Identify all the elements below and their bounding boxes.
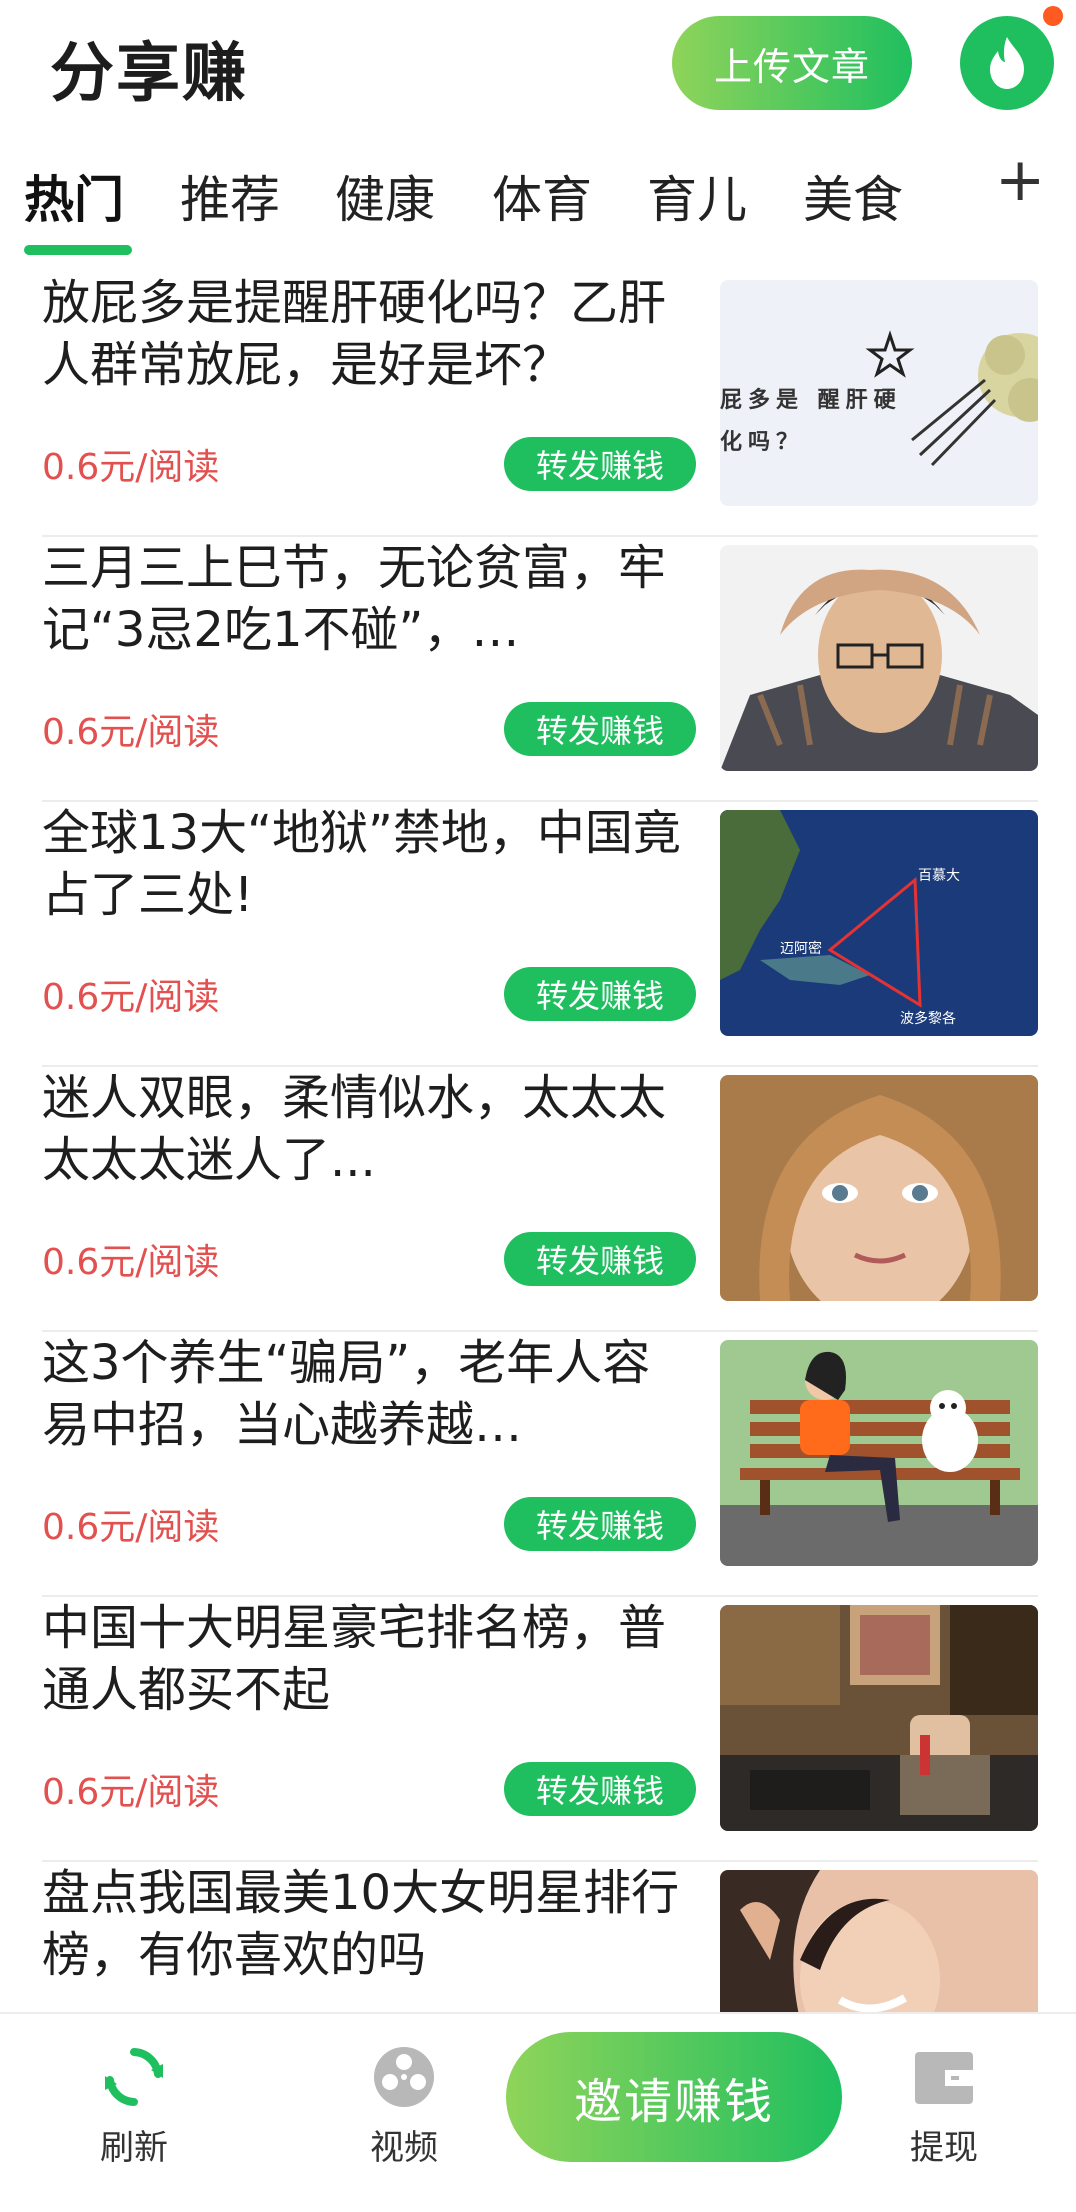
article-thumbnail[interactable]: 屁多是 醒肝硬化吗？ [720,280,1038,506]
article-title[interactable]: 全球13大“地狱”禁地，中国竟占了三处! [42,802,692,926]
article-title[interactable]: 放屁多是提醒肝硬化吗？乙肝人群常放屁，是好是坏？ [42,272,692,396]
tab-food[interactable]: 美食 [803,160,903,232]
list-item[interactable]: 中国十大明星豪宅排名榜，普通人都买不起 0.6元/阅读 转发赚钱 [42,1597,1038,1862]
tab-recommend[interactable]: 推荐 [180,160,280,232]
plus-icon[interactable]: + [995,150,1045,210]
map-label-miami: 迈阿密 [780,940,822,957]
article-title[interactable]: 这3个养生“骗局”，老年人容易中招，当心越养越… [42,1332,692,1456]
share-earn-button[interactable]: 转发赚钱 [504,1232,696,1286]
article-thumbnail[interactable] [720,1605,1038,1831]
flame-icon [990,37,1024,89]
article-thumbnail[interactable]: 百慕大 迈阿密 波多黎各 [720,810,1038,1036]
category-tabs: 热门 推荐 健康 体育 育儿 美食 [0,150,1076,260]
price-label: 0.6元/阅读 [42,712,220,753]
price-label: 0.6元/阅读 [42,1772,220,1813]
tab-hot[interactable]: 热门 [24,160,124,232]
list-item[interactable]: 迷人双眼，柔情似水，太太太太太太迷人了... 0.6元/阅读 转发赚钱 [42,1067,1038,1332]
share-earn-button[interactable]: 转发赚钱 [504,437,696,491]
article-thumbnail[interactable] [720,1340,1038,1566]
notification-dot [1043,6,1063,26]
hot-button[interactable] [960,16,1054,110]
share-earn-button[interactable]: 转发赚钱 [504,967,696,1021]
nav-refresh[interactable]: 刷新 [64,2044,204,2169]
nav-video-label: 视频 [370,2128,438,2168]
app-title: 分享赚 [50,37,248,111]
article-thumbnail[interactable] [720,1075,1038,1301]
map-label-bermuda: 百慕大 [918,868,960,884]
film-reel-icon [374,2047,434,2107]
thumbnail-caption: 屁多是 醒肝硬化吗？ [720,388,902,455]
list-item[interactable]: 放屁多是提醒肝硬化吗？乙肝人群常放屁，是好是坏？ 0.6元/阅读 转发赚钱 屁多… [42,272,1038,537]
article-title[interactable]: 盘点我国最美10大女明星排行榜，有你喜欢的吗 [42,1862,692,1986]
price-label: 0.6元/阅读 [42,1242,220,1283]
share-earn-button[interactable]: 转发赚钱 [504,1497,696,1551]
article-thumbnail[interactable] [720,1870,1038,2020]
nav-video[interactable]: 视频 [334,2044,474,2169]
upload-article-button[interactable]: 上传文章 [672,16,912,110]
tab-sports[interactable]: 体育 [492,160,592,232]
nav-refresh-label: 刷新 [100,2128,168,2168]
nav-withdraw[interactable]: 提现 [874,2044,1014,2169]
price-label: 0.6元/阅读 [42,1507,220,1548]
share-earn-button[interactable]: 转发赚钱 [504,1762,696,1816]
list-item[interactable]: 这3个养生“骗局”，老年人容易中招，当心越养越… 0.6元/阅读 转发赚钱 [42,1332,1038,1597]
tab-health[interactable]: 健康 [335,160,435,232]
invite-earn-button[interactable]: 邀请赚钱 [506,2032,842,2162]
list-item[interactable]: 全球13大“地狱”禁地，中国竟占了三处! 0.6元/阅读 转发赚钱 百慕大 迈阿… [42,802,1038,1067]
price-label: 0.6元/阅读 [42,447,220,488]
article-title[interactable]: 中国十大明星豪宅排名榜，普通人都买不起 [42,1597,692,1721]
refresh-icon [105,2048,163,2106]
article-title[interactable]: 迷人双眼，柔情似水，太太太太太太迷人了... [42,1067,692,1191]
list-item[interactable]: 三月三上巳节，无论贫富，牢记“3忌2吃1不碰”，… 0.6元/阅读 转发赚钱 [42,537,1038,802]
bottom-nav: 刷新 视频 邀请赚钱 提现 [0,2012,1076,2212]
tab-parenting[interactable]: 育儿 [647,160,747,232]
nav-withdraw-label: 提现 [910,2128,978,2168]
share-earn-button[interactable]: 转发赚钱 [504,702,696,756]
active-tab-indicator [24,245,132,255]
price-label: 0.6元/阅读 [42,977,220,1018]
app-header: 分享赚 上传文章 [0,0,1076,140]
map-label-puerto-rico: 波多黎各 [900,1010,956,1027]
article-title[interactable]: 三月三上巳节，无论贫富，牢记“3忌2吃1不碰”，… [42,537,692,661]
wallet-icon [915,2052,973,2104]
article-thumbnail[interactable] [720,545,1038,771]
